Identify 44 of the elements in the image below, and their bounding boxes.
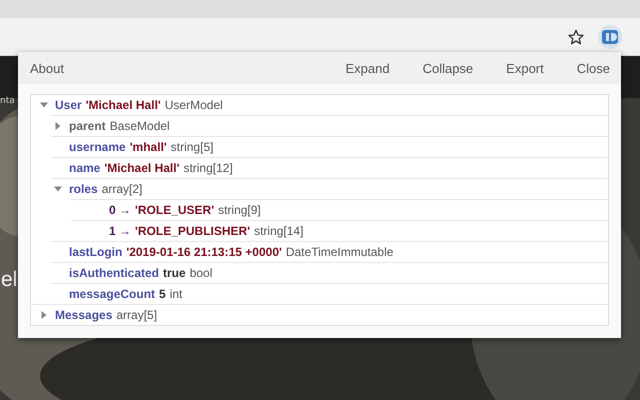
property-value: 'Michael Hall' [104, 161, 180, 175]
property-key: messageCount [69, 287, 156, 301]
property-key[interactable]: Messages [55, 308, 112, 322]
page-heading: el [1, 268, 18, 292]
property-type: array[5] [116, 308, 158, 322]
property-key: lastLogin [69, 245, 122, 259]
property-type: string[5] [170, 140, 214, 154]
property-key[interactable]: roles [69, 182, 98, 196]
property-value: 5 [159, 287, 166, 301]
menu-link[interactable]: Expand [345, 60, 390, 76]
property-type: int [170, 287, 182, 301]
extension-icon [602, 30, 618, 44]
nav-link[interactable]: nta [0, 96, 15, 106]
property-key: 1 → [109, 224, 132, 238]
property-type: string[14] [254, 224, 304, 238]
expanded-arrow-icon[interactable] [40, 101, 48, 109]
collapsed-arrow-icon[interactable] [54, 122, 62, 130]
extension-button[interactable] [598, 24, 622, 48]
property-key[interactable]: User [55, 98, 82, 112]
expanded-arrow-icon[interactable] [54, 185, 62, 193]
menu-link[interactable]: Export [506, 60, 544, 76]
property-type: string[9] [218, 203, 261, 217]
menu-link[interactable]: About [30, 60, 64, 76]
property-key: name [69, 161, 100, 175]
property-type: DateTimeImmutable [286, 245, 394, 259]
collapsed-arrow-icon[interactable] [40, 311, 48, 319]
property-key: 0 → [109, 203, 132, 217]
menu-link[interactable]: Close [576, 60, 610, 76]
property-key: isAuthenticated [69, 266, 160, 280]
property-value: true [163, 266, 186, 280]
property-type: string[12] [183, 161, 233, 175]
star-icon[interactable] [568, 28, 584, 44]
menu-link[interactable]: Collapse [422, 60, 474, 76]
property-value: 'mhall' [130, 140, 167, 154]
property-key: username [69, 140, 126, 154]
property-key[interactable]: parent [69, 119, 106, 133]
property-value: 'ROLE_USER' [135, 203, 214, 217]
property-type: array[2] [102, 182, 142, 196]
property-value: 'ROLE_PUBLISHER' [135, 224, 250, 238]
property-type: bool [190, 266, 212, 280]
property-type: UserModel [164, 98, 223, 112]
property-type: BaseModel [110, 119, 170, 133]
property-value: 'Michael Hall' [86, 98, 161, 112]
property-value: '2019-01-16 21:13:15 +0000' [126, 245, 282, 259]
